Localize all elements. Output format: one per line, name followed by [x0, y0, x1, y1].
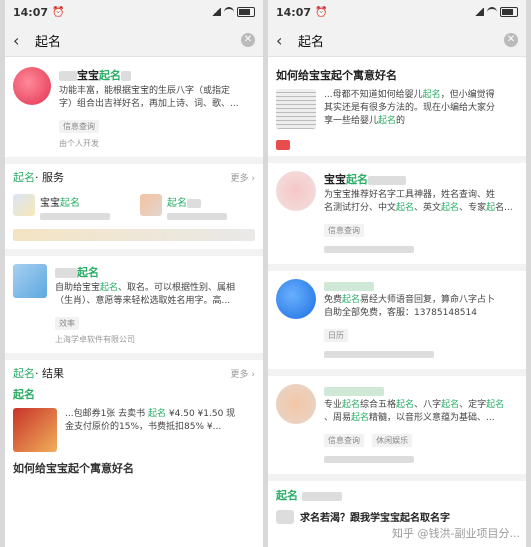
zhihu-watermark: 知乎 @钱洪-副业项目分...	[392, 527, 520, 540]
next-result-title[interactable]: 如何给宝宝起个寓意好名	[13, 460, 255, 476]
app-icon	[13, 264, 47, 298]
app-title: 起名	[55, 264, 255, 280]
battery-icon	[500, 7, 518, 17]
second-app-card[interactable]: 起名 自助给宝宝起名、取名。可以根据性别、属相 （生肖）、意愿等来轻松选取姓名用字…	[13, 256, 255, 353]
wifi-icon	[224, 7, 234, 17]
article-thumbnail	[276, 89, 316, 129]
question-thumbnail	[276, 509, 294, 524]
bottom-section-header: 起名	[276, 487, 518, 503]
article-title[interactable]: 如何给宝宝起个寓意好名	[276, 67, 518, 83]
battery-icon	[237, 7, 255, 17]
service-item[interactable]: 起名	[140, 194, 255, 221]
question-item[interactable]: 求名若渴？跟我学宝宝起名取名字	[276, 509, 518, 524]
company-label: 上海学卓软件有限公司	[55, 335, 135, 344]
app-description: 功能丰富，能根据宝宝的生辰八字（或指定 字）组合出吉祥好名，再加上诗、词、歌、.…	[59, 86, 239, 109]
result-description: ...包邮券1张 去卖书 起名 ¥4.50 ¥1.50 现 金支付原价的15%，…	[65, 409, 236, 432]
result-label: 起名	[13, 388, 35, 401]
category-tag: 休闲娱乐	[372, 434, 413, 447]
search-query[interactable]: 起名	[35, 31, 241, 50]
services-section-header: 起名 · 服务 更多 ›	[13, 171, 255, 184]
results-more-link[interactable]: 更多 ›	[231, 367, 255, 380]
result-item[interactable]: ...包邮券1张 去卖书 起名 ¥4.50 ¥1.50 现 金支付原价的15%，…	[13, 406, 255, 460]
service-icon	[140, 194, 162, 216]
app-icon	[276, 279, 316, 319]
category-tag: 信息查询	[324, 434, 364, 447]
back-arrow-icon[interactable]: ‹	[13, 31, 31, 50]
left-phone-screen: 14:07 ⏰ ‹ 起名 ✕ 宝宝起名 功能丰富，能根据宝宝的生辰八字（或指定 …	[5, 0, 263, 547]
wifi-icon	[487, 7, 497, 17]
clear-icon[interactable]: ✕	[504, 33, 518, 47]
top-app-card[interactable]: 宝宝起名 功能丰富，能根据宝宝的生辰八字（或指定 字）组合出吉祥好名，再加上诗、…	[13, 57, 255, 157]
category-tag: 信息查询	[59, 120, 99, 133]
category-tag: 效率	[55, 317, 79, 330]
search-bar[interactable]: ‹ 起名 ✕	[5, 24, 263, 57]
app-description: 自助给宝宝起名、取名。可以根据性别、属相 （生肖）、意愿等来轻松选取姓名用字。高.…	[55, 283, 236, 306]
signal-icon	[474, 8, 484, 16]
app-icon	[276, 171, 316, 211]
status-bar: 14:07 ⏰	[5, 0, 263, 24]
category-tag: 信息查询	[324, 224, 364, 237]
app-title	[324, 384, 518, 397]
service-icon	[13, 194, 35, 216]
clear-icon[interactable]: ✕	[241, 33, 255, 47]
article-card[interactable]: ...母都不知道如何给婴儿起名，但小编觉得 其实还是有很多方法的。现在小编给大家…	[276, 85, 518, 137]
app-description: 为宝宝推荐好名字工具神器，姓名查询、姓 名测试打分、中文起名、英文起名、专家起名…	[324, 190, 513, 213]
app-card-3[interactable]: 专业起名综合五格起名、八字起名、定字起名 、周易起名精髓，以音形义意蕴为基础、.…	[276, 376, 518, 474]
app-icon	[276, 384, 316, 424]
article-snippet: ...母都不知道如何给婴儿起名，但小编觉得 其实还是有很多方法的。现在小编给大家…	[324, 90, 496, 126]
search-bar[interactable]: ‹ 起名 ✕	[268, 24, 526, 57]
status-bar: 14:07 ⏰	[268, 0, 526, 24]
alarm-icon: ⏰	[52, 6, 65, 18]
services-more-link[interactable]: 更多 ›	[231, 171, 255, 184]
back-arrow-icon[interactable]: ‹	[276, 31, 294, 50]
status-time: 14:07	[13, 5, 49, 19]
app-description: 专业起名综合五格起名、八字起名、定字起名 、周易起名精髓，以音形义意蕴为基础、.…	[324, 400, 505, 423]
app-card-2[interactable]: 免费起名易经大师语音回复，算命八字占卜 自助全部免费，客服：1378514851…	[276, 271, 518, 369]
app-card-1[interactable]: 宝宝起名 为宝宝推荐好名字工具神器，姓名查询、姓 名测试打分、中文起名、英文起名…	[276, 163, 518, 264]
service-item[interactable]: 宝宝起名	[13, 194, 128, 221]
right-phone-screen: 14:07 ⏰ ‹ 起名 ✕ 如何给宝宝起个寓意好名 ...母都不知道如何给婴儿…	[268, 0, 526, 547]
app-description: 免费起名易经大师语音回复，算命八字占卜 自助全部免费，客服：1378514851…	[324, 295, 496, 318]
signal-icon	[211, 8, 221, 16]
app-icon	[13, 67, 51, 105]
app-title: 宝宝起名	[324, 171, 518, 187]
category-tag: 日历	[324, 329, 348, 342]
app-title	[324, 279, 518, 292]
results-section-header: 起名 · 结果 更多 ›	[13, 367, 255, 380]
book-cover-image	[13, 408, 57, 452]
app-title: 宝宝起名	[59, 67, 255, 83]
alarm-icon: ⏰	[315, 6, 328, 18]
status-time: 14:07	[276, 5, 312, 19]
search-query[interactable]: 起名	[298, 31, 504, 50]
developer-label: 由个人开发	[59, 139, 99, 148]
services-list: 宝宝起名 起名	[13, 190, 255, 229]
